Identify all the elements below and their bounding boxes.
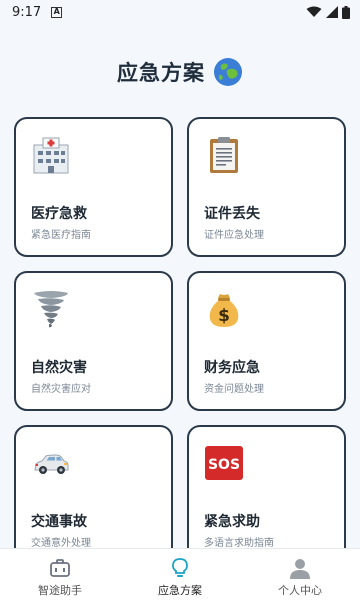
card-subtitle: 证件应急处理 [204, 230, 264, 241]
status-bar: 9:17 A [0, 0, 360, 24]
globe-icon [214, 58, 242, 86]
nav-label: 应急方案 [158, 584, 202, 597]
wifi-icon [306, 6, 322, 17]
tornado-icon [34, 291, 68, 328]
clipboard-icon [210, 137, 238, 173]
card-lost-documents[interactable]: 证件丢失 证件应急处理 [187, 117, 346, 257]
card-title: 医疗急救 [31, 206, 87, 222]
page-title: 应急方案 [117, 61, 205, 85]
card-subtitle: 自然灾害应对 [31, 384, 91, 395]
money-bag-icon: $ [209, 294, 239, 327]
status-time: 9:17 [12, 4, 42, 20]
nav-item-assistant[interactable]: 智途助手 [0, 549, 120, 600]
card-title: 证件丢失 [204, 206, 260, 222]
nav-item-profile[interactable]: 个人中心 [240, 549, 360, 600]
card-natural-disaster[interactable]: 自然灾害 自然灾害应对 [14, 271, 173, 411]
card-title: 财务应急 [204, 360, 260, 376]
card-title: 交通事故 [31, 514, 87, 530]
nav-label: 智途助手 [38, 584, 82, 597]
hospital-icon [33, 137, 69, 174]
bottom-nav: 智途助手 应急方案 个人中心 [0, 548, 360, 600]
sos-icon: SOS [205, 446, 243, 480]
battery-icon [342, 5, 350, 19]
card-subtitle: 多语言求助指南 [204, 538, 274, 549]
card-traffic-accident[interactable]: 交通事故 交通意外处理 [14, 425, 173, 565]
card-subtitle: 资金问题处理 [204, 384, 264, 395]
card-title: 紧急求助 [204, 514, 260, 530]
svg-text:$: $ [218, 306, 230, 326]
car-icon [34, 454, 69, 474]
card-emergency-help[interactable]: SOS 紧急求助 多语言求助指南 [187, 425, 346, 565]
sos-text: SOS [208, 457, 240, 473]
header: 应急方案 [0, 52, 360, 92]
notification-icon: A [51, 6, 63, 18]
emergency-grid: 医疗急救 紧急医疗指南 证件丢失 证件应急处理 自然灾害 自然灾害应对 $ 财务… [14, 117, 346, 565]
briefcase-icon [50, 559, 70, 577]
person-icon [290, 559, 310, 579]
nav-item-emergency[interactable]: 应急方案 [120, 549, 240, 600]
card-title: 自然灾害 [31, 360, 87, 376]
card-subtitle: 交通意外处理 [31, 538, 91, 549]
card-subtitle: 紧急医疗指南 [31, 230, 91, 241]
signal-icon [326, 6, 338, 18]
lightbulb-icon [172, 558, 188, 577]
card-medical-emergency[interactable]: 医疗急救 紧急医疗指南 [14, 117, 173, 257]
card-financial-emergency[interactable]: $ 财务应急 资金问题处理 [187, 271, 346, 411]
nav-label: 个人中心 [278, 584, 322, 597]
